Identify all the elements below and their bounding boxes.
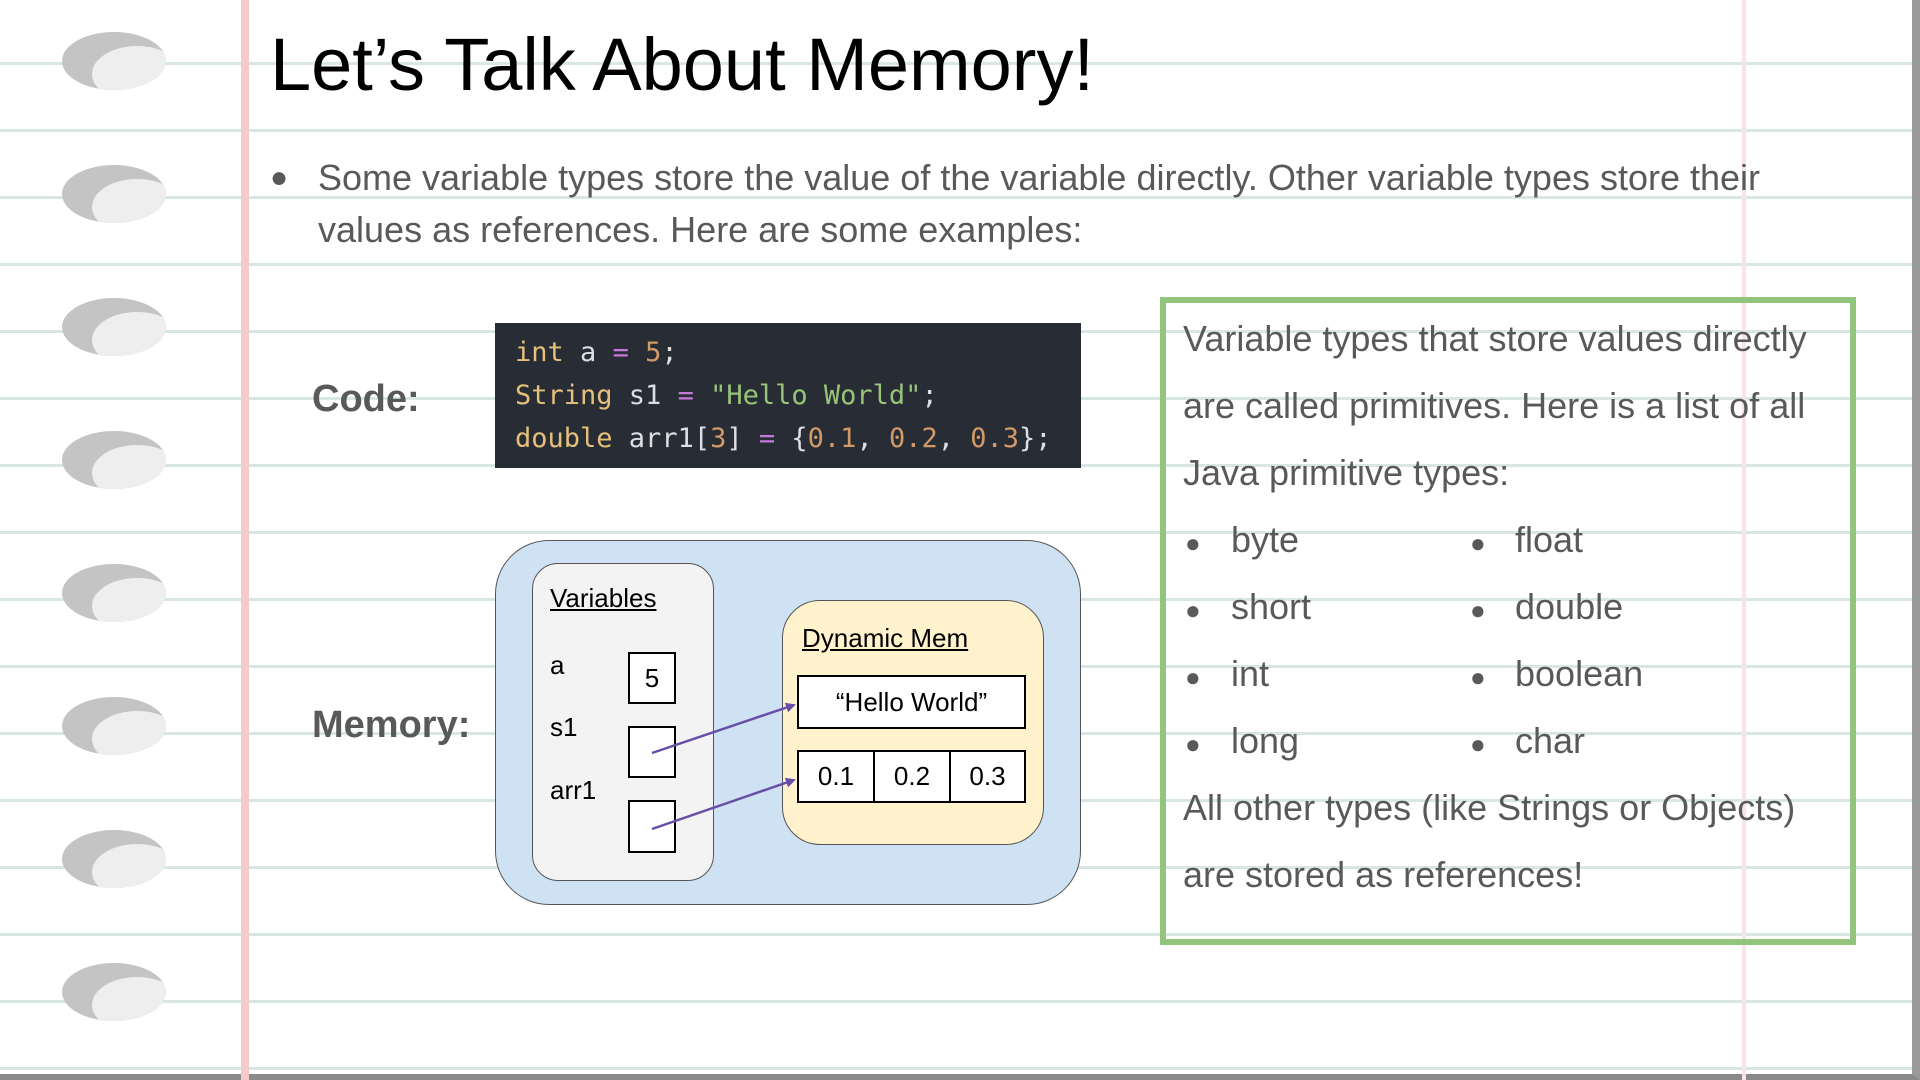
variables-title: Variables [550,583,657,613]
code-line-2: String s1 = "Hello World"; [515,380,938,411]
binder-holes [0,0,200,1080]
primitive-type-long: long [1231,720,1300,761]
bullet-dot: ● [1185,595,1201,625]
code-label: Code: [312,378,420,420]
var-s1-reference-box [628,726,676,778]
var-arr1-reference-box [628,800,676,853]
binder-hole [62,830,166,888]
binder-hole [62,165,166,223]
primitives-outro-line-2: are stored as references! [1183,854,1584,895]
primitives-intro-line-2: are called primitives. Here is a list of… [1183,385,1806,426]
primitive-type-double: double [1515,586,1624,627]
dynamic-mem-title: Dynamic Mem [802,623,969,653]
primitives-outro-line-1: All other types (like Strings or Objects… [1183,787,1796,828]
primitives-intro-line-1: Variable types that store values directl… [1183,318,1807,359]
bullet-dot: ● [1185,662,1201,692]
code-line-1: int a = 5; [515,337,678,368]
slide-title: Let’s Talk About Memory! [270,23,1095,106]
bullet-dot: ● [270,161,289,194]
memory-label: Memory: [312,704,471,746]
bullet-dot: ● [1185,729,1201,759]
array-cell-0: 0.1 [797,750,875,803]
primitives-intro-line-3: Java primitive types: [1183,452,1510,493]
code-line-3: double arr1[3] = {0.1, 0.2, 0.3}; [515,423,1052,454]
var-name-arr1: arr1 [550,775,597,805]
var-a-value-box: 5 [628,652,676,704]
intro-bullet: ● Some variable types store the value of… [270,152,1830,256]
binder-hole [62,298,166,356]
margin-line [241,0,249,1080]
array-cell-2: 0.3 [949,750,1026,803]
var-name-a: a [550,650,565,680]
primitive-type-char: char [1515,720,1586,761]
bullet-dot: ● [1470,528,1486,558]
primitive-type-int: int [1231,653,1270,694]
primitive-type-short: short [1231,586,1312,627]
bullet-dot: ● [1470,729,1486,759]
binder-hole [62,963,166,1021]
primitive-type-float: float [1515,519,1584,560]
string-object-box: “Hello World” [797,675,1026,729]
primitive-type-boolean: boolean [1515,653,1644,694]
bullet-dot: ● [1470,662,1486,692]
bullet-dot: ● [1185,528,1201,558]
intro-text: Some variable types store the value of t… [318,157,1761,250]
array-cell-1: 0.2 [873,750,951,803]
binder-hole [62,564,166,622]
binder-hole [62,32,166,90]
binder-hole [62,697,166,755]
code-block: int a = 5; String s1 = "Hello World"; doub… [495,323,1081,468]
primitive-type-byte: byte [1231,519,1300,560]
var-name-s1: s1 [550,712,578,742]
bullet-dot: ● [1470,595,1486,625]
binder-hole [62,431,166,489]
